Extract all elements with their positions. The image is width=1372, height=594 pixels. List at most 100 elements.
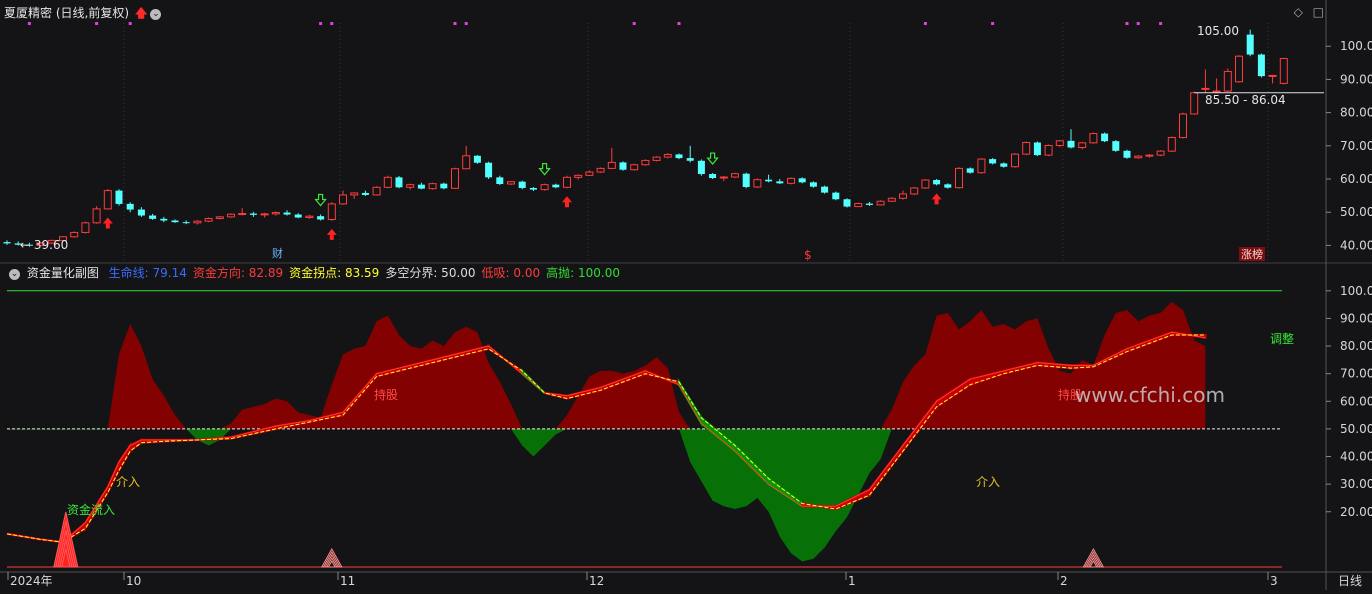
candle-body [1101,133,1109,142]
candle-body [697,160,705,175]
candle-body [1257,54,1265,77]
price-tick-label: 80.00 [1340,106,1372,120]
x-axis-label: 1 [848,574,856,588]
legend-item: 生命线: 79.14 [108,266,187,280]
signal-markers [27,22,1163,240]
candle-body [529,187,537,190]
x-axis-label: 11 [340,574,355,588]
legend-item: 低吸: 0.00 [481,266,541,280]
candle-body [641,159,650,166]
candle-body [944,184,952,188]
x-axis-label: 12 [589,574,604,588]
x-axis-label: 2 [1060,574,1068,588]
candle-body [417,184,425,189]
candle-body [663,153,672,158]
candle-body [585,171,594,176]
candle-body [966,168,974,173]
candle-body [955,167,963,189]
symbol-name[interactable]: 夏厦精密 [4,6,52,20]
candle-body [977,158,986,174]
candle-body [182,222,190,224]
sub-title[interactable]: 资金量化副图 [27,266,99,280]
candle-body [428,183,437,190]
candle-body [496,177,504,184]
candle-body [809,182,817,187]
label-jieru-2: 介入 [976,475,1000,489]
candle-body [1123,150,1131,158]
zhangbang-badge[interactable]: 涨榜 [1241,247,1263,261]
candle-body [92,208,101,224]
candle-body [563,176,571,188]
candle-body [372,186,381,196]
candle-body [753,179,762,188]
price-tick-label: 60.00 [1340,172,1372,186]
price-mode[interactable]: (日线,前复权) [56,6,129,20]
sub-tick-label: 20.00 [1340,505,1372,519]
chart-stage: 40.00 50.00 60.00 70.00 80.00 90.00 100.00 20.… [0,0,1372,590]
red-up-arrow-icon: 🡅 [135,6,148,20]
candle-body [451,168,459,189]
chart-frame [0,0,1372,590]
candle-body [989,159,997,164]
maximize-icon[interactable]: □ [1313,5,1324,19]
candle-body [1055,140,1064,146]
sub-legend: 生命线: 79.14 资金方向: 82.89 资金拐点: 83.59 多空分界: 50… [103,266,620,280]
candle-body [574,174,583,178]
price-tick-label: 90.00 [1340,72,1372,86]
signal-spike [325,556,338,568]
price-header: 夏厦精密 (日线,前复权) 🡅 ⌄ [4,4,164,25]
sell-arrow [706,152,719,165]
magenta-dot [453,22,457,25]
low-price-label: ← 39.60 [20,238,68,252]
candle-body [1279,58,1288,84]
fund-band [117,441,132,475]
candle-body [1190,92,1199,115]
candle-body [462,155,471,170]
sub-tick-label: 30.00 [1340,477,1372,491]
candle-body [552,184,560,188]
candle-body [1044,144,1053,156]
legend-item: 资金拐点: 83.59 [289,266,380,280]
candle-body [1268,74,1277,77]
x-axis-label: 10 [126,574,141,588]
candle-body [765,179,773,182]
candle-body [215,216,224,220]
buy-arrow [562,196,572,208]
candle-body [249,213,257,215]
candle-body [160,218,168,221]
sub-axis: 20.00 30.00 40.00 50.00 60.00 70.00 80.00 90.00… [1326,284,1372,519]
candle-body [440,183,448,189]
candle-body [1011,153,1019,168]
sell-arrow [314,193,327,207]
chevron-down-icon[interactable]: ⌄ [9,269,20,280]
candle-body [395,177,403,188]
sell-arrow [538,163,551,176]
candle-body [1134,155,1143,159]
candle-body [171,220,179,223]
magenta-dot [991,22,995,25]
candle-body [899,193,907,199]
candle-body [305,215,314,219]
candle-body [339,194,347,205]
candle-body [776,181,784,184]
candle-body [1078,142,1087,148]
candle-body [350,192,359,196]
s-marker[interactable]: $ [804,248,812,262]
candle-body [149,215,157,219]
candle-body [1022,142,1031,155]
diamond-icon[interactable]: ◇ [1294,5,1303,19]
high-price-label: 105.00 [1197,24,1239,38]
candle-body [540,184,549,191]
candle-body [1212,90,1221,93]
candle-body [137,209,145,216]
candle-body [115,190,123,204]
candle-body [317,216,325,220]
buy-arrow [326,228,337,240]
cai-marker[interactable]: 财 [272,246,283,260]
candle-body [193,220,202,224]
chevron-down-icon[interactable]: ⌄ [150,9,162,20]
candle-body [686,158,694,161]
candle-body [709,174,717,179]
candle-body [933,180,941,185]
candle-body [238,213,247,216]
